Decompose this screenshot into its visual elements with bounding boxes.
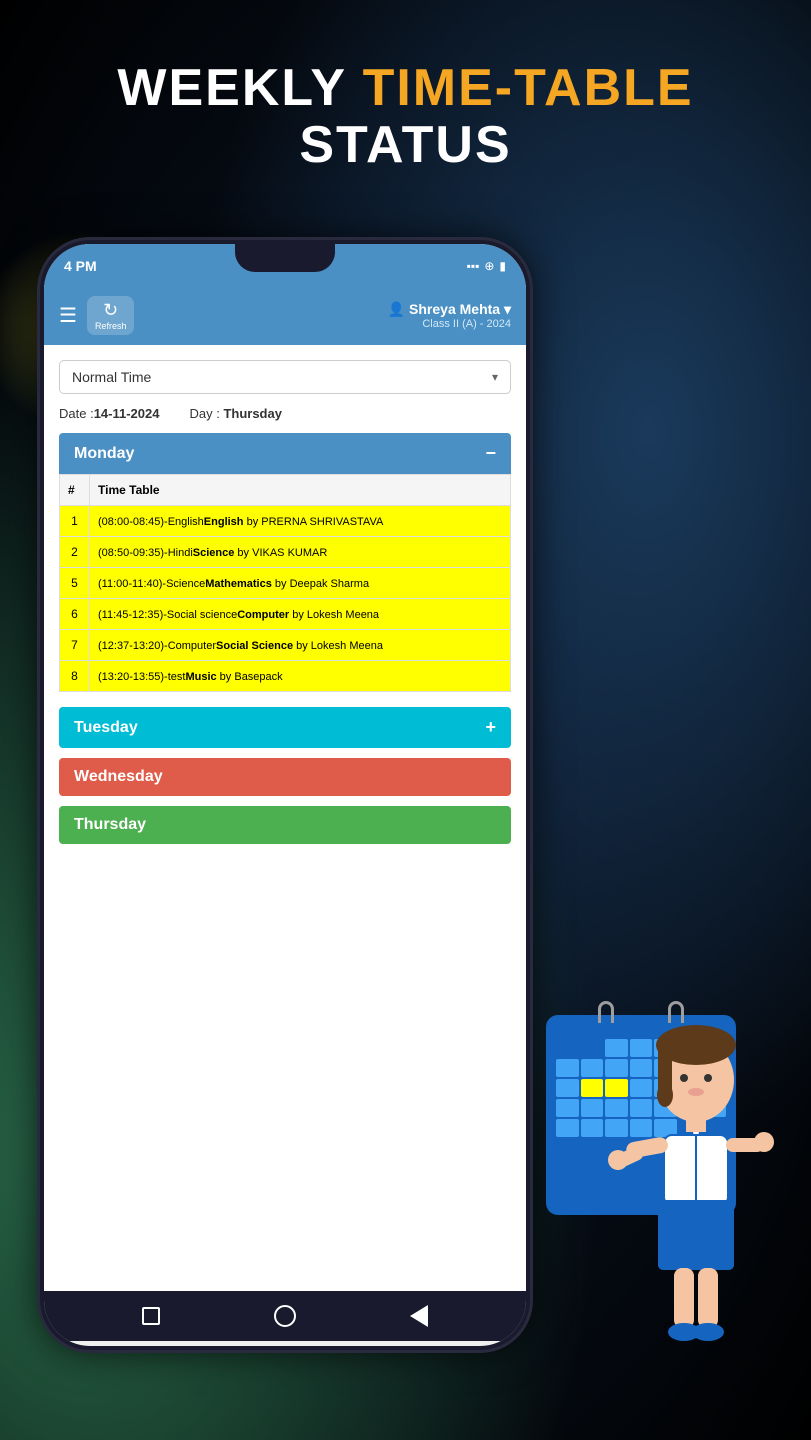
wifi-icon: ⊕: [484, 259, 494, 273]
row-num: 2: [60, 537, 90, 568]
col-num-header: #: [60, 475, 90, 506]
thursday-header[interactable]: Thursday: [59, 806, 511, 844]
thursday-label: Thursday: [74, 816, 146, 834]
thursday-section: Thursday: [59, 806, 511, 844]
row-num: 8: [60, 661, 90, 692]
nav-recent-button[interactable]: [139, 1304, 163, 1328]
nav-home-button[interactable]: [273, 1304, 297, 1328]
battery-icon: ▮: [499, 259, 506, 273]
monday-section: Monday − # Time Table 1 (08: [59, 433, 511, 697]
phone-frame: 4 PM ▪▪▪ ⊕ ▮ ☰ ↻ Refresh 👤 Shreya Mehta: [40, 240, 530, 1350]
tuesday-header[interactable]: Tuesday +: [59, 707, 511, 748]
table-row: 5 (11:00-11:40)-ScienceMathematics by De…: [60, 568, 511, 599]
entry-text: (12:37-13:20)-ComputerSocial Science by …: [98, 640, 383, 652]
row-entry: (11:00-11:40)-ScienceMathematics by Deep…: [90, 568, 511, 599]
wednesday-section: Wednesday: [59, 758, 511, 796]
app-header: ☰ ↻ Refresh 👤 Shreya Mehta ▾ Class II (A…: [44, 288, 526, 345]
entry-text: (11:45-12:35)-Social scienceComputer by …: [98, 609, 379, 621]
monday-timetable: # Time Table 1 (08:00-08:45)-EnglishEngl…: [59, 474, 511, 692]
status-icons: ▪▪▪ ⊕ ▮: [467, 259, 506, 273]
phone-inner: 4 PM ▪▪▪ ⊕ ▮ ☰ ↻ Refresh 👤 Shreya Mehta: [44, 244, 526, 1346]
refresh-label: Refresh: [95, 321, 127, 331]
row-num: 6: [60, 599, 90, 630]
header-left: ☰ ↻ Refresh: [59, 296, 134, 335]
dropdown-chevron-icon: ▾: [504, 301, 511, 317]
row-num: 1: [60, 506, 90, 537]
date-row: Date :14-11-2024 Day : Thursday: [59, 406, 511, 421]
entry-text: (11:00-11:40)-ScienceMathematics by Deep…: [98, 578, 369, 590]
table-row: 8 (13:20-13:55)-testMusic by Basepack: [60, 661, 511, 692]
status-bar: 4 PM ▪▪▪ ⊕ ▮: [44, 244, 526, 288]
row-entry: (08:00-08:45)-EnglishEnglish by PRERNA S…: [90, 506, 511, 537]
header-right: 👤 Shreya Mehta ▾ Class II (A) - 2024: [388, 301, 511, 330]
signal-icon: ▪▪▪: [467, 259, 480, 273]
triangle-icon: [410, 1305, 428, 1327]
row-num: 7: [60, 630, 90, 661]
title-timetable: TIME-TABLE: [363, 59, 694, 117]
user-icon: 👤: [388, 301, 409, 317]
table-row: 1 (08:00-08:45)-EnglishEnglish by PRERNA…: [60, 506, 511, 537]
monday-header[interactable]: Monday −: [59, 433, 511, 474]
row-entry: (13:20-13:55)-testMusic by Basepack: [90, 661, 511, 692]
table-row: 7 (12:37-13:20)-ComputerSocial Science b…: [60, 630, 511, 661]
dropdown-value: Normal Time: [72, 369, 151, 385]
entry-text: (13:20-13:55)-testMusic by Basepack: [98, 671, 283, 683]
table-row: 2 (08:50-09:35)-HindiScience by VIKAS KU…: [60, 537, 511, 568]
time-type-dropdown[interactable]: Normal Time ▾: [59, 360, 511, 394]
circle-icon: [274, 1305, 296, 1327]
entry-text: (08:00-08:45)-EnglishEnglish by PRERNA S…: [98, 516, 383, 528]
notch: [235, 244, 335, 272]
row-entry: (12:37-13:20)-ComputerSocial Science by …: [90, 630, 511, 661]
refresh-button[interactable]: ↻ Refresh: [87, 296, 135, 335]
entry-text: (08:50-09:35)-HindiScience by VIKAS KUMA…: [98, 547, 327, 559]
refresh-icon: ↻: [95, 300, 127, 321]
chevron-down-icon: ▾: [492, 370, 498, 384]
row-entry: (08:50-09:35)-HindiScience by VIKAS KUMA…: [90, 537, 511, 568]
nav-back-button[interactable]: [407, 1304, 431, 1328]
row-num: 5: [60, 568, 90, 599]
bottom-nav: [44, 1291, 526, 1341]
col-timetable-header: Time Table: [90, 475, 511, 506]
monday-toggle: −: [485, 443, 496, 464]
table-row: 6 (11:45-12:35)-Social scienceComputer b…: [60, 599, 511, 630]
title-status: STATUS: [30, 117, 781, 174]
wednesday-header[interactable]: Wednesday: [59, 758, 511, 796]
tuesday-label: Tuesday: [74, 719, 138, 737]
character-decoration: [596, 1020, 796, 1400]
wednesday-label: Wednesday: [74, 768, 163, 786]
status-time: 4 PM: [64, 258, 97, 274]
tuesday-section: Tuesday +: [59, 707, 511, 748]
user-class: Class II (A) - 2024: [388, 318, 511, 330]
hamburger-icon[interactable]: ☰: [59, 303, 77, 328]
monday-label: Monday: [74, 445, 134, 463]
user-name: 👤 Shreya Mehta ▾: [388, 301, 511, 318]
app-content: Normal Time ▾ Date :14-11-2024 Day : Thu…: [44, 345, 526, 1291]
page-title-area: WEEKLY TIME-TABLE STATUS: [30, 60, 781, 174]
row-entry: (11:45-12:35)-Social scienceComputer by …: [90, 599, 511, 630]
tuesday-toggle: +: [485, 717, 496, 738]
square-icon: [142, 1307, 160, 1325]
title-weekly: WEEKLY: [117, 59, 362, 117]
date-display: Date :14-11-2024: [59, 406, 159, 421]
day-display: Day : Thursday: [189, 406, 281, 421]
